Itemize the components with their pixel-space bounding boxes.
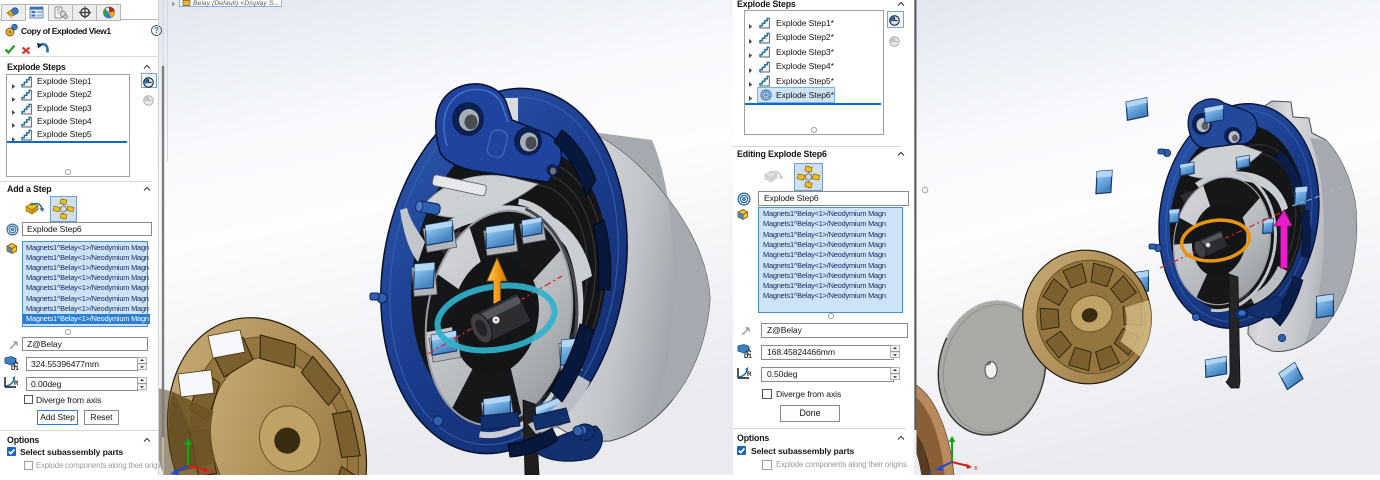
svg-text:x: x [209,469,213,475]
svg-text:D1: D1 [744,354,752,359]
svg-text:x: x [974,465,978,472]
svg-text:z: z [928,469,932,475]
svg-text:D1: D1 [11,366,19,371]
svg-text:R: R [747,372,752,378]
svg-text:Belay (Default) <Display S...: Belay (Default) <Display S... [193,0,279,7]
svg-text:R: R [14,381,19,387]
